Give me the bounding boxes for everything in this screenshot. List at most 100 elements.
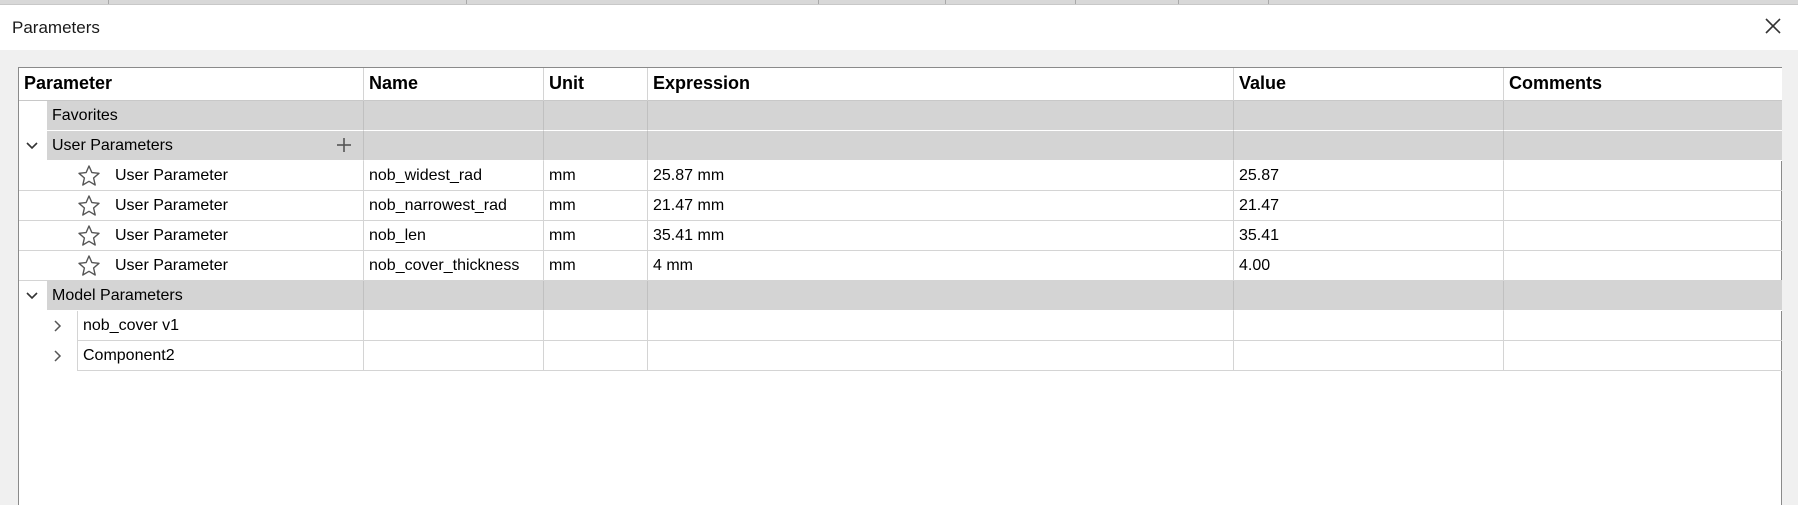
empty-cell: [1234, 131, 1504, 161]
row-indent: [19, 131, 47, 161]
empty-cell: [364, 101, 544, 131]
column-header-unit[interactable]: Unit: [544, 68, 648, 101]
empty-cell: [364, 131, 544, 161]
group-cell-user-parameters: User Parameters: [47, 131, 364, 161]
comment-cell[interactable]: [1504, 161, 1782, 191]
empty-cell: [544, 281, 648, 311]
empty-cell: [648, 311, 1234, 341]
star-icon[interactable]: [77, 254, 101, 278]
empty-cell: [648, 101, 1234, 131]
chevron-down-icon[interactable]: [25, 139, 39, 153]
column-header-expression[interactable]: Expression: [648, 68, 1234, 101]
table-row[interactable]: Component2: [19, 341, 1782, 371]
parameters-table: Parameter Name Unit Expression Value Com…: [18, 67, 1782, 505]
value-cell: 21.47: [1234, 191, 1504, 221]
window-title: Parameters: [12, 18, 100, 37]
empty-cell: [364, 311, 544, 341]
empty-cell: [1504, 341, 1782, 371]
parameter-label: User Parameter: [115, 167, 228, 184]
name-cell[interactable]: nob_widest_rad: [364, 161, 544, 191]
strip-divider: [466, 0, 467, 4]
star-icon[interactable]: [77, 194, 101, 218]
group-label-user-parameters: User Parameters: [52, 137, 173, 154]
comment-cell[interactable]: [1504, 191, 1782, 221]
comment-cell[interactable]: [1504, 221, 1782, 251]
expression-cell[interactable]: 21.47 mm: [648, 191, 1234, 221]
group-row-model-parameters[interactable]: Model Parameters: [19, 281, 1782, 311]
parameter-cell: User Parameter: [19, 221, 364, 251]
group-row-user-parameters[interactable]: User Parameters: [19, 131, 1782, 161]
plus-icon[interactable]: [335, 136, 353, 154]
strip-divider: [945, 0, 946, 4]
chevron-right-icon[interactable]: [51, 319, 65, 333]
empty-cell: [544, 131, 648, 161]
group-label-favorites: Favorites: [47, 101, 364, 131]
empty-cell: [1234, 311, 1504, 341]
column-header-comments[interactable]: Comments: [1504, 68, 1782, 101]
model-component-label: nob_cover v1: [77, 311, 364, 341]
table-row[interactable]: nob_cover v1: [19, 311, 1782, 341]
star-icon[interactable]: [77, 164, 101, 188]
name-cell[interactable]: nob_narrowest_rad: [364, 191, 544, 221]
row-indent: [19, 281, 47, 311]
table-row[interactable]: User Parameter nob_narrowest_rad mm 21.4…: [19, 191, 1782, 221]
value-cell: 35.41: [1234, 221, 1504, 251]
strip-divider: [108, 0, 109, 4]
row-indent: [19, 341, 77, 371]
parameter-cell: User Parameter: [19, 161, 364, 191]
value-cell: 25.87: [1234, 161, 1504, 191]
empty-cell: [544, 341, 648, 371]
empty-cell: [364, 341, 544, 371]
strip-divider: [1268, 0, 1269, 4]
star-icon[interactable]: [77, 224, 101, 248]
empty-cell: [1504, 101, 1782, 131]
model-component-label: Component2: [77, 341, 364, 371]
title-bar: Parameters: [0, 5, 1798, 50]
expression-cell[interactable]: 4 mm: [648, 251, 1234, 281]
unit-cell[interactable]: mm: [544, 251, 648, 281]
empty-cell: [1504, 131, 1782, 161]
empty-cell: [544, 311, 648, 341]
strip-divider: [1075, 0, 1076, 4]
chevron-down-icon[interactable]: [25, 289, 39, 303]
empty-cell: [1504, 281, 1782, 311]
unit-cell[interactable]: mm: [544, 221, 648, 251]
empty-cell: [648, 281, 1234, 311]
empty-cell: [364, 281, 544, 311]
table-row[interactable]: User Parameter nob_len mm 35.41 mm 35.41: [19, 221, 1782, 251]
strip-divider: [1178, 0, 1179, 4]
unit-cell[interactable]: mm: [544, 161, 648, 191]
empty-cell: [1234, 341, 1504, 371]
table-header: Parameter Name Unit Expression Value Com…: [19, 68, 1782, 101]
unit-cell[interactable]: mm: [544, 191, 648, 221]
parameter-label: User Parameter: [115, 197, 228, 214]
group-label-model-parameters: Model Parameters: [47, 281, 364, 311]
column-header-name[interactable]: Name: [364, 68, 544, 101]
name-cell[interactable]: nob_cover_thickness: [364, 251, 544, 281]
name-cell[interactable]: nob_len: [364, 221, 544, 251]
expression-cell[interactable]: 25.87 mm: [648, 161, 1234, 191]
row-indent: [19, 311, 77, 341]
expression-cell[interactable]: 35.41 mm: [648, 221, 1234, 251]
close-icon[interactable]: [1762, 15, 1784, 37]
column-header-value[interactable]: Value: [1234, 68, 1504, 101]
comment-cell[interactable]: [1504, 251, 1782, 281]
strip-divider: [818, 0, 819, 4]
parameter-label: User Parameter: [115, 257, 228, 274]
parameter-label: User Parameter: [115, 227, 228, 244]
table-row[interactable]: User Parameter nob_widest_rad mm 25.87 m…: [19, 161, 1782, 191]
empty-cell: [1234, 101, 1504, 131]
parameters-window: Parameters Parameter Name Unit Expressio…: [0, 0, 1798, 505]
empty-cell: [544, 101, 648, 131]
value-cell: 4.00: [1234, 251, 1504, 281]
empty-cell: [648, 341, 1234, 371]
empty-cell: [1504, 311, 1782, 341]
group-row-favorites[interactable]: Favorites: [19, 101, 1782, 131]
chevron-right-icon[interactable]: [51, 349, 65, 363]
column-header-parameter[interactable]: Parameter: [19, 68, 364, 101]
empty-cell: [648, 131, 1234, 161]
table-row[interactable]: User Parameter nob_cover_thickness mm 4 …: [19, 251, 1782, 281]
row-indent: [19, 101, 47, 131]
empty-cell: [1234, 281, 1504, 311]
parameter-cell: User Parameter: [19, 191, 364, 221]
